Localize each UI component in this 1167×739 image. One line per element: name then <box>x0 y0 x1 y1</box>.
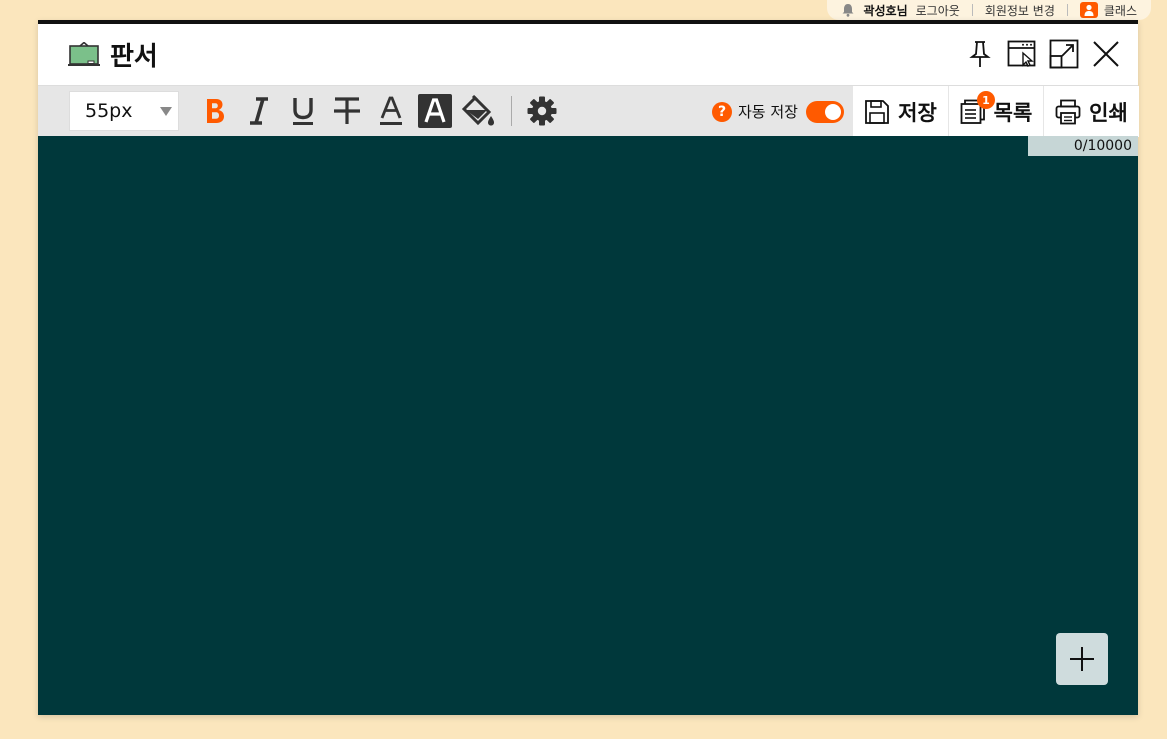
class-link[interactable]: 클래스 <box>1104 2 1137 19</box>
window-controls <box>964 38 1122 70</box>
list-label: 목록 <box>993 100 1033 125</box>
person-icon <box>1079 2 1098 18</box>
underline-icon <box>293 98 313 125</box>
toggle-knob <box>824 103 841 120</box>
expand-icon <box>1049 39 1079 69</box>
save-button[interactable]: 저장 <box>852 86 948 137</box>
highlight-button[interactable] <box>413 91 457 131</box>
window-cursor-icon <box>1007 40 1036 67</box>
divider <box>971 4 973 16</box>
logout-link[interactable]: 로그아웃 <box>916 2 960 19</box>
title-bar[interactable]: 판서 <box>38 24 1138 85</box>
user-name: 곽성호님 <box>863 3 908 18</box>
format-buttons <box>193 91 501 131</box>
pin-icon <box>969 41 991 67</box>
toolbar: 55px ? 자동 저장 저장 1 목록 인쇄 <box>38 85 1139 137</box>
character-counter: 0/10000 <box>1028 136 1138 156</box>
bell-icon[interactable] <box>841 3 855 17</box>
window-select-button[interactable] <box>1006 38 1038 70</box>
fullscreen-button[interactable] <box>1048 38 1080 70</box>
printer-icon <box>1055 99 1081 124</box>
action-buttons: 저장 1 목록 인쇄 <box>852 86 1139 137</box>
print-button[interactable]: 인쇄 <box>1043 86 1139 137</box>
autosave-label: 자동 저장 <box>738 103 798 121</box>
pin-button[interactable] <box>964 38 996 70</box>
caret-down-icon <box>160 107 172 116</box>
user-bar: 곽성호님 로그아웃 회원정보 변경 클래스 <box>827 0 1151 20</box>
add-button[interactable] <box>1056 633 1108 685</box>
chalkboard-icon <box>68 41 100 66</box>
toolbar-divider <box>511 96 512 126</box>
font-size-value: 55px <box>85 100 133 122</box>
text-color-icon <box>380 96 402 125</box>
paint-bucket-icon <box>462 95 494 126</box>
highlight-icon <box>418 94 452 128</box>
divider <box>1066 4 1068 16</box>
plus-icon <box>1070 647 1094 671</box>
chalkboard-canvas[interactable]: 0/10000 <box>38 136 1138 715</box>
underline-button[interactable] <box>281 91 325 131</box>
fill-color-button[interactable] <box>457 91 501 131</box>
italic-icon <box>250 97 268 125</box>
italic-button[interactable] <box>237 91 281 131</box>
font-size-select[interactable]: 55px <box>69 91 179 131</box>
bold-button[interactable] <box>193 91 237 131</box>
close-icon <box>1093 41 1119 67</box>
notification-badge: 1 <box>977 91 995 109</box>
text-color-button[interactable] <box>369 91 413 131</box>
strikethrough-button[interactable] <box>325 91 369 131</box>
list-button[interactable]: 1 목록 <box>948 86 1043 137</box>
board-window: 판서 55px ? 자동 저장 저장 1 목록 인쇄 0/10000 <box>38 20 1139 715</box>
strikethrough-icon <box>334 97 360 124</box>
profile-link[interactable]: 회원정보 변경 <box>985 2 1055 19</box>
save-label: 저장 <box>898 100 937 125</box>
save-icon <box>865 99 890 124</box>
settings-button[interactable] <box>520 91 564 131</box>
autosave-control: ? 자동 저장 <box>712 86 844 137</box>
autosave-toggle[interactable] <box>805 100 844 123</box>
help-icon[interactable]: ? <box>712 101 732 122</box>
close-button[interactable] <box>1090 38 1122 70</box>
print-label: 인쇄 <box>1089 100 1128 125</box>
gear-icon <box>527 96 557 126</box>
window-title: 판서 <box>110 42 158 72</box>
bold-icon <box>207 99 224 123</box>
